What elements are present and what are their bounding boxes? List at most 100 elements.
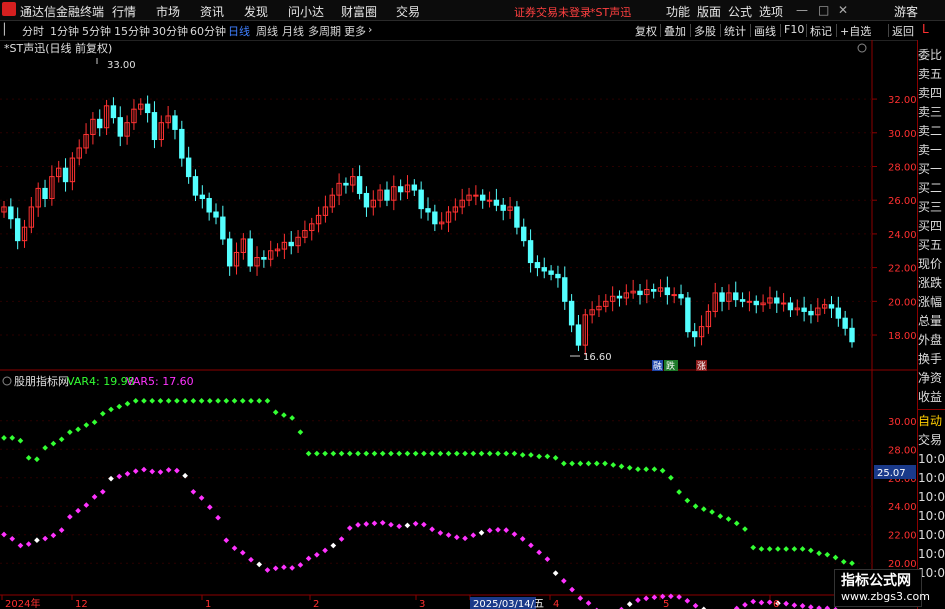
candle-body: [828, 304, 835, 309]
var5-point: [9, 535, 16, 542]
quote-label-sell1: 卖一: [918, 143, 943, 157]
var5-point: [264, 567, 271, 573]
var4-point: [322, 450, 328, 457]
var5-point: [758, 599, 765, 606]
candle-body: [493, 199, 500, 206]
var4-point: [1, 435, 7, 441]
candle-body: [849, 327, 855, 343]
var5-point: [272, 565, 279, 572]
candle-body: [753, 300, 759, 306]
var4-point: [717, 513, 724, 520]
var5-point: [816, 605, 822, 609]
var5-point: [692, 602, 699, 609]
var4-point: [486, 450, 493, 457]
candle-body: [247, 238, 253, 267]
var4-point: [750, 544, 757, 551]
candle-body: [787, 302, 794, 311]
var4-point: [108, 406, 114, 413]
candle-body: [514, 206, 520, 228]
right-top-label: L: [922, 22, 929, 36]
settings-gear-icon[interactable]: [857, 43, 867, 53]
var4-point: [453, 450, 460, 457]
candle-body: [486, 199, 493, 202]
candle-body: [425, 208, 431, 213]
candle-body: [288, 241, 294, 247]
var5-point: [396, 523, 403, 530]
var4-point: [659, 467, 666, 474]
var4-point: [75, 426, 81, 433]
var4-point: [50, 440, 57, 447]
quote-label-outer: 外盘: [918, 333, 943, 347]
var5-point: [198, 495, 205, 501]
var4-point: [585, 460, 592, 467]
date-label: 4: [553, 599, 559, 609]
var5-point: [34, 537, 40, 544]
candle-body: [144, 103, 151, 114]
date-label: 5: [663, 599, 669, 609]
var4-point: [17, 437, 24, 444]
time-7: 10:04: [918, 566, 945, 580]
var5-point: [519, 536, 526, 542]
var5-point: [453, 534, 460, 541]
auto-trade-label[interactable]: 自动: [918, 412, 945, 431]
candle-body: [678, 294, 684, 299]
indicator-name[interactable]: 股朋指标网: [14, 374, 69, 388]
date-label: 1: [205, 599, 211, 609]
var4-point: [371, 450, 378, 457]
var4-point: [577, 460, 584, 467]
candle-body: [733, 292, 739, 301]
var4-point: [668, 474, 674, 481]
quote-label-sell2: 卖二: [918, 124, 943, 138]
var5-point: [783, 600, 789, 607]
candle-body: [521, 226, 527, 242]
var4-point: [190, 398, 197, 404]
var4-point: [799, 546, 806, 552]
var4-point: [561, 460, 567, 467]
var4-point: [157, 398, 164, 404]
var4-point: [832, 554, 839, 561]
var4-point: [215, 398, 221, 404]
indicator-settings-icon[interactable]: [2, 376, 12, 386]
var4-point: [725, 516, 732, 522]
var5-point: [165, 467, 172, 473]
var4-point: [849, 560, 855, 567]
candle-body: [685, 297, 691, 333]
var4-point: [231, 398, 238, 404]
var5-point: [314, 551, 320, 558]
var4-point: [651, 466, 658, 473]
quote-label-price: 现价: [918, 257, 943, 271]
var5-point: [445, 532, 452, 538]
low-price-label: 16.60: [583, 352, 612, 363]
quote-panel: 委比 卖五 卖四 卖三 卖二 卖一 买一 买二 买三 买四 买五 现价 涨跌 涨…: [917, 40, 945, 609]
var5-point: [50, 532, 57, 539]
trade-label[interactable]: 交易: [918, 431, 945, 450]
var5-point: [766, 599, 773, 606]
var5-point: [486, 527, 493, 534]
var5-point: [42, 535, 48, 542]
var4-point: [223, 398, 230, 404]
var4-point: [124, 400, 131, 407]
var5-point: [91, 494, 98, 500]
var4-point: [58, 436, 65, 443]
candle-body: [343, 182, 349, 186]
watermark-line1: 指标公式网: [841, 573, 911, 589]
drop-badge-text: 跌: [666, 361, 675, 372]
var5-point: [544, 556, 551, 562]
var4-point: [116, 403, 123, 410]
quote-label-buy4: 买四: [918, 219, 943, 233]
candle-body: [671, 294, 677, 297]
var4-point: [635, 466, 641, 473]
var5-point: [626, 601, 633, 607]
chart-area[interactable]: 32.00 30.00 28.00 26.00 24.00 22.00 20.00 18.00…: [0, 0, 917, 609]
var4-point: [437, 450, 444, 457]
var4-point: [593, 460, 600, 467]
candle-body: [473, 194, 479, 197]
var4-point: [281, 412, 287, 418]
var5-point: [132, 468, 139, 474]
quote-label-buy3: 买三: [918, 200, 943, 214]
var4-point: [239, 398, 246, 404]
var4-point: [808, 547, 814, 554]
candle-body: [185, 157, 192, 178]
var4-point: [34, 456, 40, 463]
var4-point: [692, 503, 699, 510]
